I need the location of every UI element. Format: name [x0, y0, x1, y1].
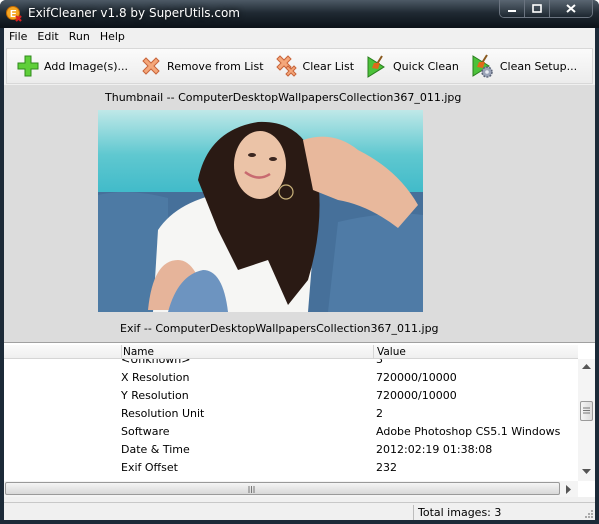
column-header-name[interactable]: Name	[121, 345, 376, 359]
menu-edit[interactable]: Edit	[32, 28, 63, 46]
row-name: Exif Offset	[121, 461, 178, 474]
thumbnail-photo-graphic	[98, 110, 423, 312]
table-row[interactable]: Resolution Unit 2	[4, 407, 578, 425]
exif-rows: <Unknown> 3 X Resolution 720000/10000 Y …	[4, 359, 578, 481]
table-row[interactable]: <Unknown> 3	[4, 359, 578, 371]
minimize-button[interactable]	[500, 0, 525, 17]
scroll-down-arrow-icon[interactable]	[582, 469, 591, 475]
row-name: Resolution Unit	[121, 407, 205, 420]
row-name: Date & Time	[121, 443, 190, 456]
orange-multi-x-icon	[275, 55, 297, 77]
svg-text:E: E	[10, 9, 17, 20]
grip-icon	[248, 486, 255, 493]
table-row[interactable]: Exif Offset 232	[4, 461, 578, 479]
thumbnail-label: Thumbnail -- ComputerDesktopWallpapersCo…	[105, 91, 462, 104]
remove-from-list-button[interactable]: Remove from List	[140, 52, 264, 80]
row-value: 3	[376, 359, 383, 366]
horizontal-scroll-thumb[interactable]	[5, 482, 560, 495]
scroll-right-arrow-icon[interactable]	[566, 485, 572, 494]
quick-clean-button[interactable]: Quick Clean	[366, 52, 459, 80]
orange-x-icon	[142, 57, 160, 75]
maximize-icon	[532, 4, 542, 13]
grip-icon	[583, 407, 590, 414]
title-bar[interactable]: E ExifCleaner v1.8 by SuperUtils.com	[0, 0, 599, 28]
row-value: Adobe Photoshop CS5.1 Windows	[376, 425, 561, 438]
scroll-up-arrow-icon[interactable]	[582, 364, 591, 370]
add-images-label: Add Image(s)...	[44, 59, 129, 73]
status-bar: Total images: 3	[4, 502, 595, 520]
window-title: ExifCleaner v1.8 by SuperUtils.com	[28, 6, 240, 20]
row-name: <Unknown>	[121, 359, 191, 366]
client-area: File Edit Run Help Add Image(s)... Remov…	[4, 28, 595, 520]
menu-help[interactable]: Help	[95, 28, 130, 46]
menu-bar: File Edit Run Help	[4, 28, 595, 46]
toolbar: Add Image(s)... Remove from List Clear L…	[6, 48, 593, 84]
menu-file[interactable]: File	[4, 28, 32, 46]
maximize-button[interactable]	[525, 0, 550, 17]
play-broom-icon	[367, 55, 385, 78]
exif-label: Exif -- ComputerDesktopWallpapersCollect…	[120, 322, 439, 335]
vertical-scrollbar[interactable]	[578, 359, 595, 481]
table-row[interactable]: Y Resolution 720000/10000	[4, 389, 578, 407]
quick-clean-label: Quick Clean	[393, 59, 459, 73]
column-header-value[interactable]: Value	[373, 345, 577, 359]
row-value: 720000/10000	[376, 389, 457, 402]
row-value: 232	[376, 461, 397, 474]
row-value: 2	[376, 407, 383, 420]
add-images-button[interactable]: Add Image(s)...	[17, 52, 128, 80]
clear-list-button[interactable]: Clear List	[275, 52, 355, 80]
close-icon	[566, 4, 576, 13]
row-value: 2012:02:19 01:38:08	[376, 443, 493, 456]
exifcleaner-logo-icon: E	[6, 6, 22, 22]
exif-table: Name Value <Unknown> 3 X Resolution 7200…	[4, 342, 595, 497]
play-broom-gear-icon	[472, 54, 493, 78]
status-separator	[413, 505, 414, 520]
total-images-status: Total images: 3	[418, 506, 502, 519]
horizontal-scrollbar[interactable]	[4, 481, 578, 497]
row-name: X Resolution	[121, 371, 190, 384]
row-name: Software	[121, 425, 170, 438]
vertical-scroll-thumb[interactable]	[580, 401, 593, 421]
clear-list-label: Clear List	[302, 59, 355, 73]
thumbnail-image	[98, 110, 423, 312]
close-button[interactable]	[550, 0, 592, 17]
clean-setup-button[interactable]: Clean Setup...	[471, 52, 577, 80]
row-value: 720000/10000	[376, 371, 457, 384]
remove-from-list-label: Remove from List	[167, 59, 264, 73]
table-row[interactable]: X Resolution 720000/10000	[4, 371, 578, 389]
table-row[interactable]: Date & Time 2012:02:19 01:38:08	[4, 443, 578, 461]
app-window: E ExifCleaner v1.8 by SuperUtils.com Fil…	[0, 0, 599, 524]
exif-table-header: Name Value	[4, 345, 578, 359]
minimize-icon	[508, 9, 516, 12]
clean-setup-label: Clean Setup...	[499, 59, 578, 73]
table-row[interactable]: Software Adobe Photoshop CS5.1 Windows	[4, 425, 578, 443]
resize-grip-icon[interactable]	[583, 508, 593, 518]
row-name: Y Resolution	[121, 389, 189, 402]
caption-buttons	[499, 0, 593, 18]
menu-run[interactable]: Run	[64, 28, 95, 46]
green-plus-icon	[17, 55, 39, 77]
preview-panel: Thumbnail -- ComputerDesktopWallpapersCo…	[4, 85, 595, 342]
